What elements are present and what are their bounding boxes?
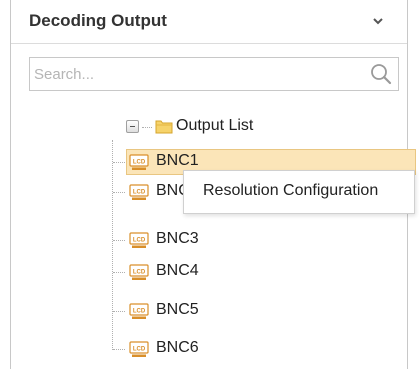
svg-text:LCD: LCD	[133, 270, 146, 276]
tree-connector	[113, 349, 125, 350]
tree-connector	[113, 272, 125, 273]
lcd-icon: LCD	[129, 264, 149, 281]
lcd-icon: LCD	[129, 184, 149, 201]
lcd-icon: LCD	[129, 154, 149, 171]
tree-item-label: BNC3	[156, 230, 199, 247]
svg-text:LCD: LCD	[133, 309, 146, 315]
lcd-icon: LCD	[129, 232, 149, 249]
tree-connector	[113, 311, 125, 312]
tree-connector	[142, 127, 152, 128]
tree-item-bnc5: LCD BNC5	[10, 298, 408, 324]
folder-icon	[155, 118, 173, 134]
tree-item-label: BNC1	[156, 152, 199, 169]
svg-text:LCD: LCD	[133, 160, 146, 166]
tree-area: Output List LCD BNC1 LCD BNC2 LCD BNC3 L…	[10, 0, 416, 369]
tree-connector	[113, 162, 125, 163]
tree-item-label: BNC4	[156, 262, 199, 279]
collapse-toggle[interactable]	[126, 120, 139, 133]
tree-connector	[113, 192, 125, 193]
tree-root-label: Output List	[176, 117, 254, 134]
lcd-icon: LCD	[129, 303, 149, 320]
context-menu: Resolution Configuration	[183, 170, 415, 214]
tree-root-output-list[interactable]: Output List	[10, 115, 408, 139]
tree-item-label: BNC5	[156, 301, 199, 318]
svg-text:LCD: LCD	[133, 347, 146, 353]
tree-item-bnc4: LCD BNC4	[10, 259, 408, 285]
tree-item-bnc6: LCD BNC6	[10, 336, 408, 362]
lcd-icon: LCD	[129, 341, 149, 358]
tree-item-bnc3: LCD BNC3	[10, 227, 408, 253]
svg-text:LCD: LCD	[133, 190, 146, 196]
menu-item-resolution-configuration[interactable]: Resolution Configuration	[184, 171, 414, 213]
menu-item-label: Resolution Configuration	[203, 182, 379, 199]
tree-item-label: BNC6	[156, 339, 199, 356]
tree-connector	[113, 240, 125, 241]
svg-text:LCD: LCD	[133, 238, 146, 244]
